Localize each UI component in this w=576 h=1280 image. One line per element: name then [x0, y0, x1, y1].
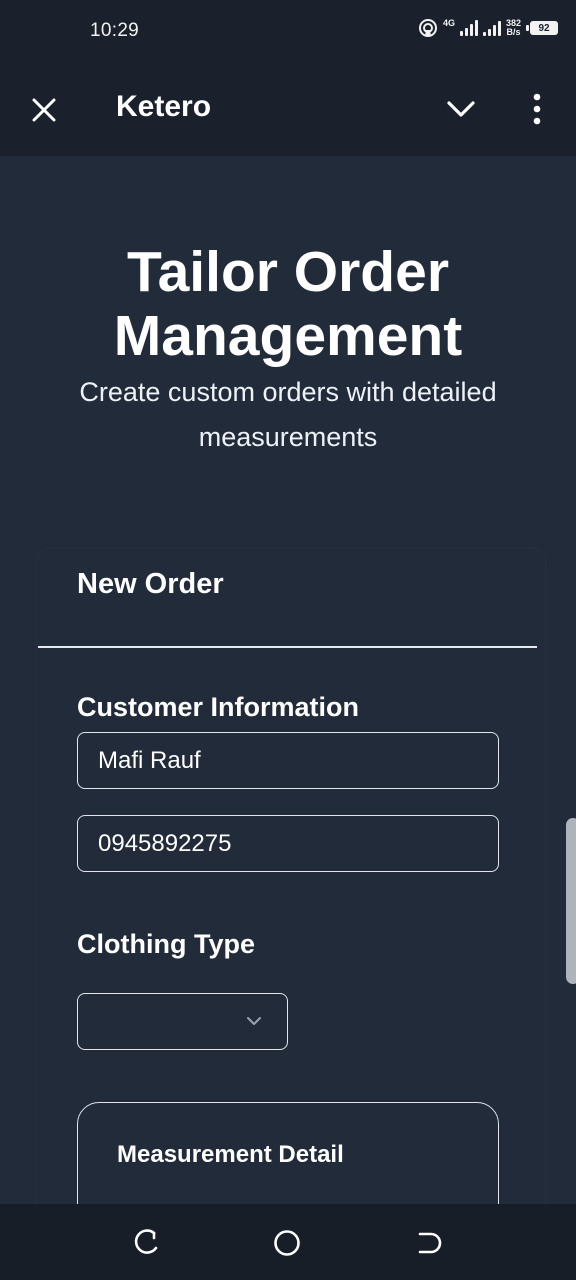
network-speed: 382 B/s: [506, 19, 521, 37]
more-vertical-icon[interactable]: [526, 92, 548, 126]
speed-unit: B/s: [506, 27, 521, 37]
battery-icon: 92: [526, 21, 558, 35]
app-bar: Ketero: [0, 62, 576, 156]
scrollbar-thumb[interactable]: [566, 818, 576, 984]
home-icon[interactable]: [272, 1228, 302, 1258]
status-time: 10:29: [90, 20, 140, 41]
recent-apps-icon[interactable]: [414, 1228, 444, 1258]
clothing-type-label: Clothing Type: [77, 929, 255, 959]
signal-icon: [482, 20, 501, 36]
customer-phone-input[interactable]: 0945892275: [77, 815, 499, 872]
measurement-detail-title: Measurement Detail: [117, 1141, 344, 1168]
customer-phone-value: 0945892275: [98, 829, 232, 857]
back-icon[interactable]: [132, 1228, 162, 1258]
page-content: Tailor Order Management Create custom or…: [0, 156, 576, 1204]
status-bar: 10:29 4G 382 B/s 92: [0, 0, 576, 62]
card-title: New Order: [77, 568, 224, 600]
hotspot-icon: [418, 19, 437, 37]
battery-level: 92: [538, 22, 550, 34]
system-nav-bar: [0, 1204, 576, 1280]
app-title: Ketero: [116, 90, 212, 123]
customer-information-label: Customer Information: [77, 692, 360, 722]
chevron-down-icon: [247, 1017, 261, 1025]
close-icon[interactable]: [28, 94, 60, 126]
signal-icon: [459, 20, 478, 36]
clothing-type-select[interactable]: [77, 993, 288, 1050]
customer-name-value: Mafi Rauf: [98, 746, 201, 774]
network-type: 4G: [442, 17, 455, 28]
customer-name-input[interactable]: Mafi Rauf: [77, 732, 499, 789]
measurement-detail-section: Measurement Detail: [77, 1102, 499, 1204]
card-divider: [38, 646, 537, 648]
page-title: Tailor Order Management: [113, 240, 463, 368]
page-subtitle: Create custom orders with detailed measu…: [79, 377, 497, 452]
chevron-down-icon[interactable]: [444, 94, 478, 124]
new-order-card: New Order Customer Information Mafi Rauf…: [37, 548, 545, 1204]
status-icons: 4G 382 B/s 92: [418, 18, 558, 38]
